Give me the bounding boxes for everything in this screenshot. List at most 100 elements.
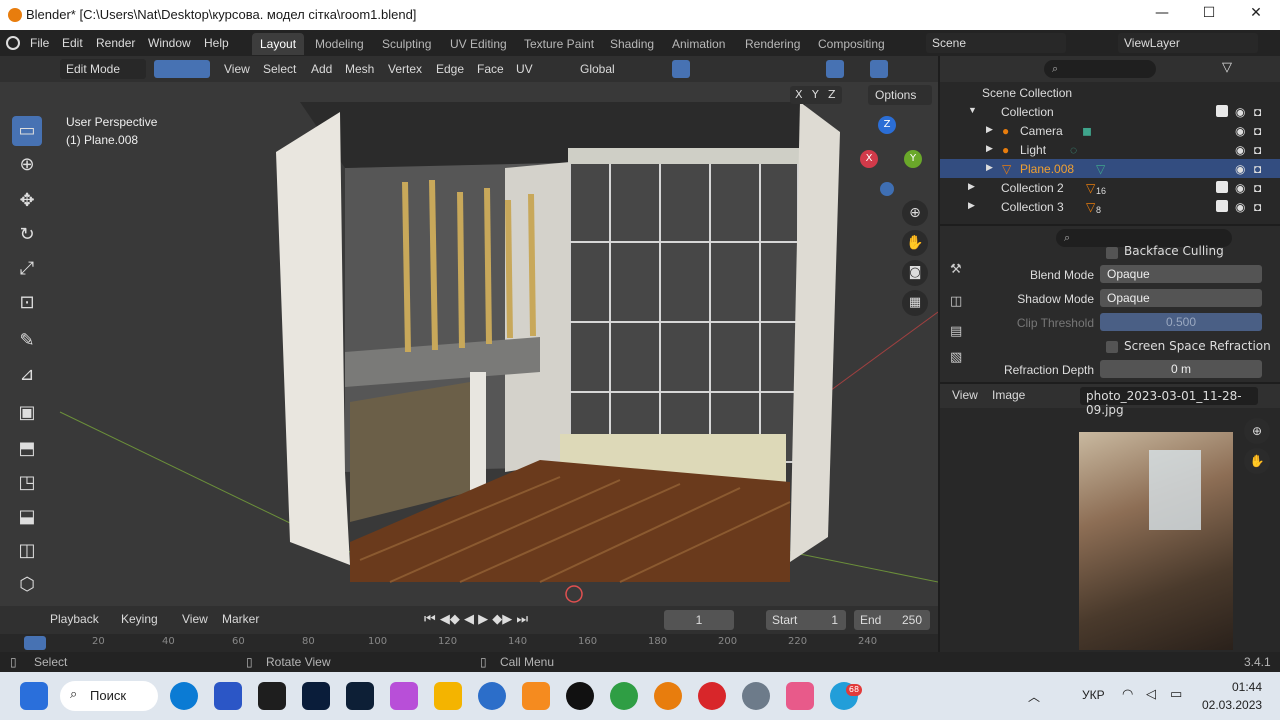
eye-icon[interactable]: ◉ — [1235, 181, 1245, 195]
menu-face[interactable]: Face — [477, 62, 504, 76]
annotate-tool[interactable]: ✎ — [12, 326, 42, 356]
loop-cut-tool[interactable]: ◫ — [12, 536, 42, 566]
playhead[interactable] — [24, 636, 46, 650]
select-mode-buttons[interactable] — [154, 60, 210, 78]
ortho-grid-icon[interactable]: ▦ — [902, 290, 928, 316]
outliner-row-light[interactable]: ▶ ● Light ◌ ◉ ◘ — [940, 140, 1280, 159]
menu-render[interactable]: Render — [96, 36, 135, 50]
checkbox-icon[interactable] — [1216, 200, 1228, 212]
camera-render-icon[interactable]: ◘ — [1254, 200, 1261, 214]
taskbar-search[interactable]: ⌕ Поиск — [60, 681, 158, 711]
snap-toggle[interactable] — [672, 60, 690, 78]
blend-mode-select[interactable]: Opaque — [1100, 265, 1262, 283]
tab-uv-editing[interactable]: UV Editing — [442, 33, 515, 55]
image-pan-icon[interactable]: ✋ — [1244, 448, 1270, 474]
outliner-scene-collection[interactable]: Scene Collection — [940, 83, 1280, 102]
outliner-row-collection-2[interactable]: ▶ Collection 2 ▽ 16 ◉ ◘ — [940, 178, 1280, 197]
menu-edit[interactable]: Edit — [62, 36, 83, 50]
blender-taskbar-icon[interactable] — [654, 682, 682, 710]
start-frame-field[interactable]: Start 1 — [766, 610, 846, 630]
outliner-search[interactable]: ⌕ — [1044, 60, 1156, 78]
eye-icon[interactable]: ◉ — [1235, 124, 1245, 138]
shadow-mode-select[interactable]: Opaque — [1100, 289, 1262, 307]
eye-icon[interactable]: ◉ — [1235, 200, 1245, 214]
expand-arrow-icon[interactable]: ▶ — [968, 200, 975, 211]
tool-tab-icon[interactable]: ⚒ — [950, 262, 962, 277]
language-indicator[interactable]: УКР — [1082, 688, 1105, 702]
expand-arrow-icon[interactable]: ▶ — [986, 143, 993, 154]
wifi-icon[interactable]: ◠ — [1122, 687, 1133, 702]
outliner-row-collection-3[interactable]: ▶ Collection 3 ▽ 8 ◉ ◘ — [940, 197, 1280, 216]
rotate-tool[interactable]: ↻ — [12, 220, 42, 250]
tab-texture-paint[interactable]: Texture Paint — [516, 33, 602, 55]
outliner-row-collection[interactable]: ▼ Collection ◉ ◘ — [940, 102, 1280, 121]
end-frame-field[interactable]: End 250 — [854, 610, 930, 630]
tiktok-icon[interactable] — [566, 682, 594, 710]
gizmo-neg-z[interactable] — [880, 182, 894, 196]
add-cube-tool[interactable]: ▣ — [12, 398, 42, 428]
mirror-axes[interactable]: X Y Z — [790, 86, 842, 104]
playback-menu[interactable]: Playback — [50, 612, 99, 626]
select-box-tool[interactable]: ▭ — [12, 116, 42, 146]
camera-render-icon[interactable]: ◘ — [1254, 124, 1261, 138]
battery-icon[interactable]: ▭ — [1170, 687, 1182, 702]
maximize-button[interactable]: ☐ — [1199, 5, 1219, 25]
menu-uv[interactable]: UV — [516, 62, 533, 76]
view-layer-selector[interactable]: ViewLayer — [1118, 33, 1258, 53]
tab-shading[interactable]: Shading — [602, 33, 662, 55]
playback-controls[interactable]: ⏮ ◀◆ ◀ ▶ ◆▶ ⏭ — [424, 612, 528, 627]
knife-tool[interactable]: ⬡ — [12, 570, 42, 600]
minimize-button[interactable]: — — [1152, 5, 1172, 25]
expand-arrow-icon[interactable]: ▶ — [986, 124, 993, 135]
bevel-tool[interactable]: ⬓ — [12, 502, 42, 532]
camera-view-icon[interactable]: ◙ — [902, 260, 928, 286]
image-menu[interactable]: Image — [992, 388, 1025, 402]
gizmo-toggle[interactable] — [826, 60, 844, 78]
camera-render-icon[interactable]: ◘ — [1254, 143, 1261, 157]
menu-add[interactable]: Add — [311, 62, 332, 76]
3d-viewport[interactable]: User Perspective (1) Plane.008 ▭ ⊕ ✥ ↻ ⤢… — [0, 82, 938, 606]
output-tab-icon[interactable]: ▤ — [950, 324, 962, 339]
menu-file[interactable]: File — [30, 36, 49, 50]
refraction-depth-field[interactable]: 0 m — [1100, 360, 1262, 378]
render-tab-icon[interactable]: ◫ — [950, 294, 962, 309]
store-icon[interactable] — [214, 682, 242, 710]
keying-menu[interactable]: Keying — [121, 612, 158, 626]
menu-edge[interactable]: Edge — [436, 62, 464, 76]
tab-compositing[interactable]: Compositing — [810, 33, 893, 55]
zoom-icon[interactable]: ⊕ — [902, 200, 928, 226]
measure-tool[interactable]: ⊿ — [12, 360, 42, 390]
menu-vertex[interactable]: Vertex — [388, 62, 422, 76]
outliner-row-camera[interactable]: ▶ ● Camera ◼ ◉ ◘ — [940, 121, 1280, 140]
tab-modeling[interactable]: Modeling — [307, 33, 372, 55]
clock-time[interactable]: 01:44 — [1232, 680, 1262, 694]
volume-icon[interactable]: ◁ — [1146, 687, 1156, 702]
clock-icon[interactable] — [478, 682, 506, 710]
backface-checkbox[interactable] — [1106, 247, 1118, 259]
clip-threshold-slider[interactable]: 0.500 — [1100, 313, 1262, 331]
eye-icon[interactable]: ◉ — [1235, 162, 1245, 176]
media-player-icon[interactable] — [522, 682, 550, 710]
tray-chevron-icon[interactable]: ︿ — [1028, 688, 1040, 705]
axis-x-toggle[interactable]: X — [795, 88, 803, 101]
camera-render-icon[interactable]: ◘ — [1254, 181, 1261, 195]
image-zoom-icon[interactable]: ⊕ — [1244, 418, 1270, 444]
photos-icon[interactable] — [390, 682, 418, 710]
extrude-tool[interactable]: ⬒ — [12, 434, 42, 464]
blender-menu-icon[interactable] — [6, 36, 20, 50]
start-button-icon[interactable] — [20, 682, 48, 710]
explorer-icon[interactable] — [434, 682, 462, 710]
expand-arrow-icon[interactable]: ▼ — [968, 105, 977, 115]
options-dropdown[interactable]: Options — [868, 85, 932, 105]
gizmo-x-axis[interactable]: X — [860, 150, 878, 168]
filter-icon[interactable]: ▽ — [1222, 60, 1232, 75]
edge-icon[interactable] — [170, 682, 198, 710]
marker-menu[interactable]: Marker — [222, 612, 259, 626]
outliner-row-plane[interactable]: ▶ ▽ Plane.008 ▽ ◉ ◘ — [940, 159, 1280, 178]
ssr-checkbox[interactable] — [1106, 341, 1118, 353]
tab-sculpting[interactable]: Sculpting — [374, 33, 439, 55]
expand-arrow-icon[interactable]: ▶ — [968, 181, 975, 192]
snipping-tool-icon[interactable] — [786, 682, 814, 710]
figma-icon[interactable] — [258, 682, 286, 710]
photoshop-icon[interactable] — [302, 682, 330, 710]
